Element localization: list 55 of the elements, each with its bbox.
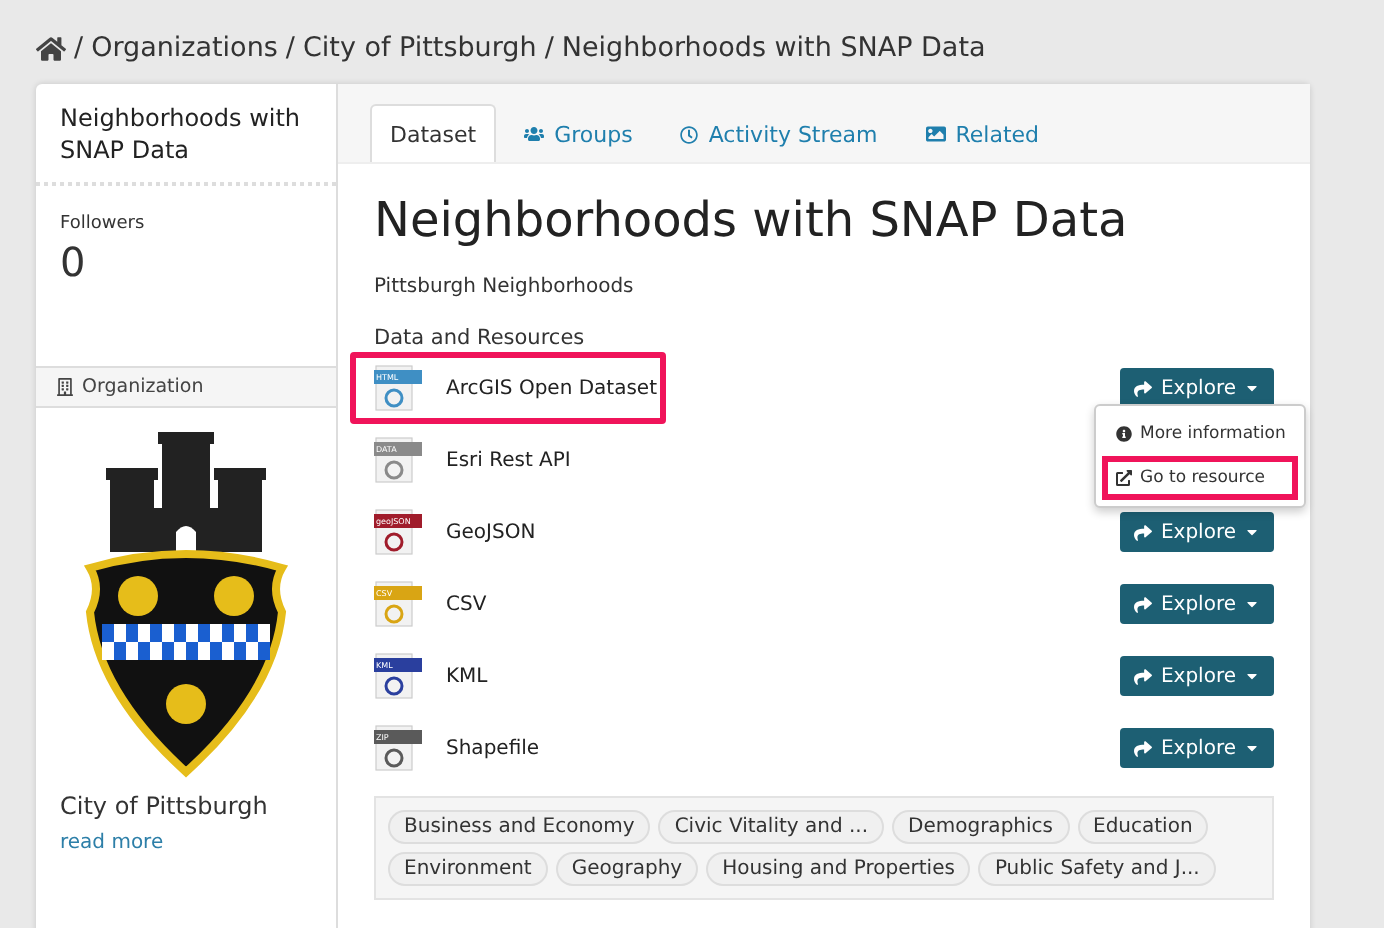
- breadcrumb-separator: /: [285, 32, 295, 64]
- menu-item[interactable]: More information: [1102, 412, 1298, 456]
- explore-button[interactable]: Explore: [1120, 656, 1274, 696]
- resource-name[interactable]: ArcGIS Open Dataset: [446, 377, 1121, 399]
- tab[interactable]: Related: [905, 104, 1060, 162]
- share-arrow-icon: [1134, 379, 1153, 397]
- tab[interactable]: Dataset: [370, 104, 497, 162]
- caret-icon: [1244, 596, 1260, 612]
- breadcrumb-link[interactable]: Neighborhoods with SNAP Data: [561, 32, 986, 64]
- caret-icon: [1244, 524, 1260, 540]
- share-arrow-icon: [1134, 523, 1153, 541]
- breadcrumb-link[interactable]: Organizations: [91, 32, 278, 64]
- caret-icon: [1244, 740, 1260, 756]
- share-arrow-icon: [1134, 739, 1153, 757]
- resource-name[interactable]: Shapefile: [446, 737, 1121, 759]
- clock-icon: [680, 125, 699, 143]
- tag-pill[interactable]: Education: [1077, 810, 1209, 844]
- external-link-icon: [1116, 470, 1132, 486]
- breadcrumb-link[interactable]: City of Pittsburgh: [302, 32, 537, 64]
- resource-name[interactable]: GeoJSON: [446, 521, 1121, 543]
- explore-button[interactable]: Explore: [1120, 368, 1274, 408]
- followers-label: Followers: [58, 212, 147, 235]
- caret-icon: [1244, 668, 1260, 684]
- dataset-subtitle: Pittsburgh Neighborhoods: [374, 276, 636, 298]
- tag-pill[interactable]: Environment: [388, 852, 548, 886]
- menu-item[interactable]: Go to resource: [1102, 456, 1298, 500]
- share-arrow-icon: [1134, 667, 1153, 685]
- resource-name[interactable]: KML: [446, 665, 1121, 687]
- info-icon: [1116, 426, 1132, 442]
- tag-pill[interactable]: Civic Vitality and ...: [658, 810, 885, 844]
- page-title: Neighborhoods with SNAP Data: [374, 192, 1130, 248]
- explore-button[interactable]: Explore: [1120, 512, 1274, 552]
- tag-pill[interactable]: Public Safety and J...: [978, 852, 1216, 886]
- tag-pill[interactable]: Housing and Properties: [706, 852, 971, 886]
- explore-button[interactable]: Explore: [1120, 584, 1274, 624]
- home-icon[interactable]: [36, 33, 66, 63]
- tab[interactable]: Activity Stream: [660, 104, 898, 162]
- breadcrumb-separator: /: [544, 32, 554, 64]
- tag-pill[interactable]: Business and Economy: [388, 810, 651, 844]
- image-icon: [925, 124, 946, 144]
- read-more-link[interactable]: read more: [36, 820, 336, 855]
- section-heading: Data and Resources: [374, 326, 587, 352]
- resource-name[interactable]: CSV: [446, 593, 1121, 615]
- caret-icon: [1244, 380, 1260, 396]
- breadcrumb-separator: /: [74, 32, 84, 64]
- users-icon: [524, 124, 545, 144]
- organization-name: City of Pittsburgh: [58, 790, 270, 821]
- share-arrow-icon: [1134, 595, 1153, 613]
- tag-pill[interactable]: Geography: [555, 852, 699, 886]
- explore-button[interactable]: Explore: [1120, 728, 1274, 768]
- followers-count: 0: [58, 236, 88, 291]
- section-title: Organization: [82, 376, 204, 399]
- tab[interactable]: Groups: [504, 104, 653, 162]
- tag-pill[interactable]: Demographics: [892, 810, 1069, 844]
- building-icon: [56, 378, 74, 397]
